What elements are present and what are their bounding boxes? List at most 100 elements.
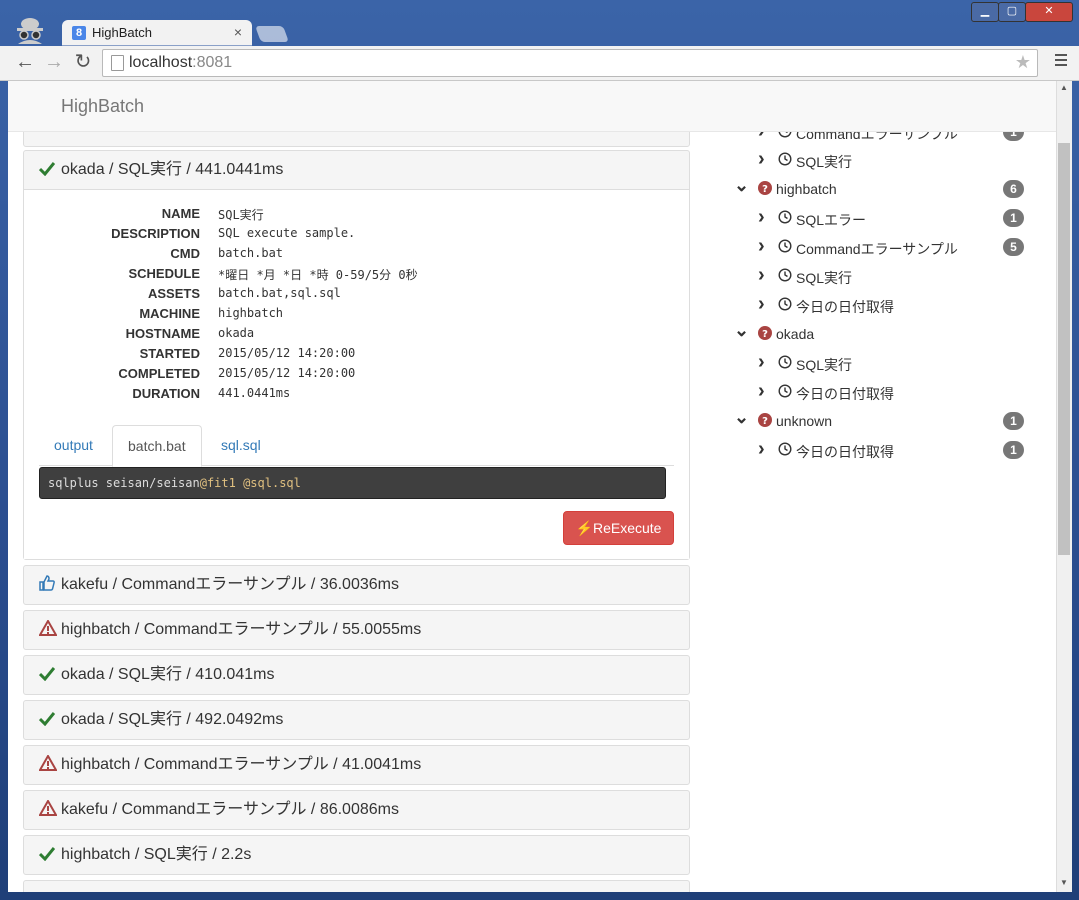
question-circle-icon: ?: [758, 326, 772, 343]
count-badge: 1: [1003, 412, 1024, 430]
job-panel[interactable]: highbatch / SQL実行 / 2.2s: [23, 835, 690, 875]
tree-item[interactable]: › SQL実行: [728, 351, 1024, 374]
forward-icon[interactable]: →: [43, 51, 65, 73]
chevron-right-icon[interactable]: ›: [758, 438, 765, 461]
job-panel[interactable]: highbatch / Commandエラーサンプル / 41.0041ms: [23, 745, 690, 785]
job-panel[interactable]: kakefu / Commandエラーサンプル / 86.0086ms: [23, 790, 690, 830]
tab-output[interactable]: output: [39, 425, 108, 464]
field-key: HOSTNAME: [125, 326, 200, 341]
job-panel[interactable]: okada / SQL実行 / 492.0492ms: [23, 700, 690, 740]
job-panel-header[interactable]: kakefu / Commandエラーサンプル / 36.0036ms: [24, 566, 689, 604]
tree-item[interactable]: › Commandエラーサンプル 5: [728, 235, 1024, 258]
job-detail-header[interactable]: okada / SQL実行 / 441.0441ms: [24, 151, 689, 189]
field-value: 2015/05/12 14:20:00: [218, 366, 356, 380]
tree-label: SQL実行: [796, 270, 853, 286]
tree-group[interactable]: ⌄? unknown 1: [728, 407, 1024, 432]
bookmark-star-icon[interactable]: ★: [1015, 52, 1031, 73]
job-panel-header[interactable]: highbatch / SQL実行 / 2.2s: [24, 836, 689, 874]
job-panel-header[interactable]: highbatch / Commandエラーサンプル / 41.0041ms: [24, 746, 689, 784]
reexecute-button[interactable]: ⚡ReExecute: [563, 511, 674, 545]
address-bar[interactable]: localhost:8081 ★: [102, 49, 1038, 77]
minimize-button[interactable]: ▁: [971, 2, 999, 22]
maximize-button[interactable]: ▢: [998, 2, 1026, 22]
field-key: SCHEDULE: [128, 266, 200, 281]
chevron-right-icon[interactable]: ›: [758, 148, 765, 171]
clock-icon: [778, 239, 792, 256]
field-value: SQL execute sample.: [218, 226, 356, 240]
tree-item[interactable]: › 今日の日付取得: [728, 380, 1024, 403]
field-value: batch.bat,sql.sql: [218, 286, 341, 300]
tab-batch-bat[interactable]: batch.bat: [112, 425, 202, 467]
scroll-up-icon[interactable]: ▲: [1060, 83, 1068, 92]
chevron-down-icon[interactable]: ⌄: [734, 320, 749, 341]
svg-text:?: ?: [762, 329, 768, 340]
close-tab-icon[interactable]: ×: [234, 24, 242, 40]
browser-tab[interactable]: 8 HighBatch ×: [62, 20, 252, 46]
tab-sql-sql[interactable]: sql.sql: [206, 425, 276, 464]
field-row: NAME SQL実行: [24, 206, 689, 226]
page-viewport: HighBatch okada / SQL実行 / 441.0441ms NAM…: [8, 81, 1056, 892]
clock-icon: [778, 210, 792, 227]
job-title: kakefu / Commandエラーサンプル / 86.0086ms: [61, 801, 399, 818]
favicon-icon: 8: [72, 26, 86, 40]
job-panel-header[interactable]: okada / SQL実行 / 492.0492ms: [24, 701, 689, 739]
job-panel[interactable]: highbatch / Commandエラーサンプル / 55.0055ms: [23, 610, 690, 650]
chevron-right-icon[interactable]: ›: [758, 206, 765, 229]
job-panel[interactable]: kakefu / Commandエラーサンプル / 36.0036ms: [23, 565, 690, 605]
field-value: *曜日 *月 *日 *時 0-59/5分 0秒: [218, 268, 418, 282]
clock-icon: [778, 442, 792, 459]
chevron-down-icon[interactable]: ⌄: [734, 407, 749, 428]
field-key: DURATION: [132, 386, 200, 401]
count-badge: 5: [1003, 238, 1024, 256]
question-circle-icon: ?: [758, 413, 772, 430]
warning-icon: [38, 791, 59, 829]
scroll-down-icon[interactable]: ▼: [1060, 878, 1068, 887]
job-panel[interactable]: okada / SQL実行 / 410.041ms: [23, 655, 690, 695]
chevron-right-icon[interactable]: ›: [758, 264, 765, 287]
svg-text:?: ?: [762, 184, 768, 195]
svg-text:?: ?: [762, 416, 768, 427]
brand-link[interactable]: HighBatch: [61, 96, 144, 117]
page-icon: [111, 55, 124, 71]
chevron-right-icon[interactable]: ›: [758, 293, 765, 316]
field-value: batch.bat: [218, 246, 284, 260]
chevron-right-icon[interactable]: ›: [758, 235, 765, 258]
field-value: okada: [218, 326, 255, 340]
job-title: highbatch / Commandエラーサンプル / 55.0055ms: [61, 621, 422, 638]
job-panel-header[interactable]: highbatch / Commandエラーサンプル / 55.0055ms: [24, 611, 689, 649]
tree-item[interactable]: › SQL実行: [728, 264, 1024, 287]
thumbs-up-icon: [39, 566, 59, 604]
tree-item[interactable]: › 今日の日付取得 1: [728, 438, 1024, 461]
clock-icon: [778, 152, 792, 169]
job-panel-partial[interactable]: [23, 880, 690, 892]
scrollbar[interactable]: ▲ ▼: [1056, 81, 1072, 892]
field-key: NAME: [161, 206, 200, 221]
scrollbar-thumb[interactable]: [1058, 143, 1070, 555]
tree-item[interactable]: › 今日の日付取得: [728, 293, 1024, 316]
clock-icon: [778, 297, 792, 314]
field-key: COMPLETED: [118, 366, 200, 381]
warning-icon: [38, 611, 59, 649]
tree-label: SQL実行: [796, 154, 853, 170]
back-icon[interactable]: ←: [14, 51, 36, 73]
tree-item[interactable]: › SQLエラー 1: [728, 206, 1024, 229]
close-window-button[interactable]: ✕: [1025, 2, 1073, 22]
field-row: COMPLETED 2015/05/12 14:20:00: [24, 366, 689, 386]
job-panel-header[interactable]: kakefu / Commandエラーサンプル / 86.0086ms: [24, 791, 689, 829]
tree-label: unknown: [776, 413, 833, 429]
tree-item[interactable]: › SQL実行: [728, 148, 1024, 171]
tree-label: 今日の日付取得: [796, 386, 894, 402]
new-tab-button[interactable]: [255, 26, 289, 42]
check-icon: [38, 151, 59, 189]
field-row: STARTED 2015/05/12 14:20:00: [24, 346, 689, 366]
menu-icon[interactable]: [1055, 54, 1067, 69]
chevron-right-icon[interactable]: ›: [758, 351, 765, 374]
tree-group[interactable]: ⌄? okada: [728, 320, 1024, 345]
chevron-right-icon[interactable]: ›: [758, 380, 765, 403]
reload-icon[interactable]: ↻: [72, 51, 94, 73]
chevron-down-icon[interactable]: ⌄: [734, 175, 749, 196]
tree-label: 今日の日付取得: [796, 444, 894, 460]
job-title: highbatch / Commandエラーサンプル / 41.0041ms: [61, 756, 422, 773]
job-panel-header[interactable]: okada / SQL実行 / 410.041ms: [24, 656, 689, 694]
tree-group[interactable]: ⌄? highbatch 6: [728, 175, 1024, 200]
